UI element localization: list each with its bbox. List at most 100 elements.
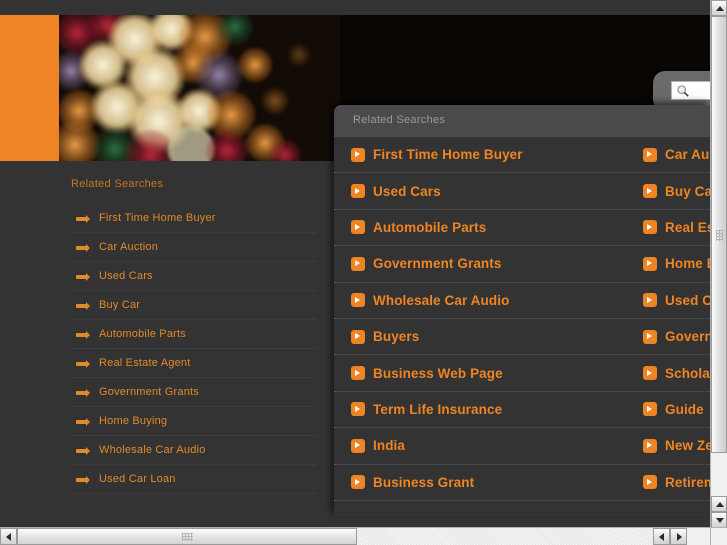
overlay-link[interactable]: Govern — [634, 319, 710, 354]
chevron-right-icon — [351, 366, 365, 381]
scroll-left-button-secondary[interactable] — [653, 528, 670, 545]
list-item[interactable]: Real Estate Agent — [71, 349, 316, 378]
chevron-right-icon — [351, 256, 365, 271]
arrow-bullet-icon — [76, 244, 90, 252]
overlay-link[interactable]: Government Grants — [334, 246, 634, 281]
list-item[interactable]: Car Auction — [71, 233, 316, 262]
list-item[interactable]: Buy Car — [71, 291, 316, 320]
scroll-up-button[interactable] — [711, 0, 727, 16]
overlay-link-label: India — [373, 438, 406, 454]
table-row: Automobile Parts Real Es — [334, 210, 710, 247]
list-item-label: Wholesale Car Audio — [99, 444, 206, 456]
scroll-left-icon — [659, 533, 664, 541]
overlay-link-label: Govern — [665, 329, 710, 345]
arrow-bullet-icon — [76, 215, 90, 223]
search-icon — [677, 85, 689, 97]
chevron-right-icon — [643, 184, 657, 199]
page-top-strip — [0, 0, 710, 15]
list-item[interactable]: Used Car Loan — [71, 465, 316, 494]
horizontal-scroll-thumb[interactable] — [17, 528, 357, 545]
scroll-right-icon — [677, 533, 682, 541]
list-item-label: Automobile Parts — [99, 328, 186, 340]
overlay-link-label: Term Life Insurance — [373, 401, 503, 417]
overlay-link[interactable]: Buy Ca — [634, 173, 710, 208]
scroll-left-button[interactable] — [0, 528, 17, 545]
list-item-label: First Time Home Buyer — [99, 212, 216, 224]
scroll-thumb-grip — [716, 230, 723, 241]
overlay-link[interactable]: Buyers — [334, 319, 634, 354]
sidebar-list: First Time Home Buyer Car Auction Used C… — [71, 204, 316, 494]
list-item[interactable]: Wholesale Car Audio — [71, 436, 316, 465]
overlay-link-label: Business Web Page — [373, 365, 503, 381]
overlay-link[interactable]: Automobile Parts — [334, 210, 634, 245]
arrow-bullet-icon — [76, 331, 90, 339]
overlay-link[interactable]: Retirem — [634, 465, 710, 500]
vertical-scroll-thumb[interactable] — [711, 16, 727, 453]
chevron-right-icon — [643, 220, 657, 235]
overlay-link-label: Government Grants — [373, 256, 502, 272]
overlay-link-label: Buyers — [373, 329, 420, 345]
overlay-link[interactable]: Schola — [634, 355, 710, 390]
list-item-label: Home Buying — [99, 415, 168, 427]
arrow-bullet-icon — [76, 476, 90, 484]
overlay-link-label: Guide — [665, 401, 704, 417]
overlay-link-grid: First Time Home Buyer Car Au Used Cars B — [334, 137, 710, 516]
overlay-title: Related Searches — [353, 114, 446, 126]
scroll-down-button[interactable] — [711, 512, 727, 528]
bokeh-image — [59, 15, 340, 161]
overlay-link[interactable]: Car Au — [634, 137, 710, 172]
scroll-thumb-grip — [182, 533, 193, 541]
scroll-down-icon — [716, 518, 724, 523]
search-input[interactable] — [671, 81, 710, 100]
chevron-right-icon — [351, 147, 365, 162]
arrow-bullet-icon — [76, 447, 90, 455]
overlay-link[interactable]: First Time Home Buyer — [334, 137, 634, 172]
chevron-right-icon — [643, 438, 657, 453]
list-item[interactable]: First Time Home Buyer — [71, 204, 316, 233]
overlay-link-label: Wholesale Car Audio — [373, 292, 510, 308]
list-item[interactable]: Home Buying — [71, 407, 316, 436]
overlay-link[interactable]: Real Es — [634, 210, 710, 245]
arrow-bullet-icon — [76, 302, 90, 310]
overlay-link-label: New Ze — [665, 438, 710, 454]
overlay-link-label: Real Es — [665, 219, 710, 235]
overlay-link[interactable]: Term Life Insurance — [334, 392, 634, 427]
chevron-right-icon — [643, 329, 657, 344]
bokeh-lights-banner — [59, 15, 340, 161]
arrow-bullet-icon — [76, 273, 90, 281]
table-row: Government Grants Home B — [334, 246, 710, 283]
scroll-up-button-secondary[interactable] — [711, 496, 727, 512]
chevron-right-icon — [351, 438, 365, 453]
list-item-label: Used Cars — [99, 270, 153, 282]
table-row: India New Ze — [334, 428, 710, 465]
list-item[interactable]: Used Cars — [71, 262, 316, 291]
chevron-right-icon — [643, 475, 657, 490]
vertical-scrollbar[interactable] — [710, 0, 727, 545]
overlay-link[interactable]: Used C — [634, 283, 710, 318]
overlay-link[interactable]: Wholesale Car Audio — [334, 283, 634, 318]
chevron-right-icon — [643, 147, 657, 162]
overlay-link[interactable]: Business Grant — [334, 465, 634, 500]
horizontal-scroll-track[interactable] — [357, 528, 653, 545]
chevron-right-icon — [643, 256, 657, 271]
overlay-link-label: Schola — [665, 365, 710, 381]
overlay-link[interactable]: New Ze — [634, 428, 710, 463]
web-page-content: Related Searches First Time Home Buyer C… — [0, 0, 710, 527]
scroll-left-icon — [6, 533, 11, 541]
scroll-right-button[interactable] — [670, 528, 687, 545]
overlay-link[interactable]: Home B — [634, 246, 710, 281]
overlay-link[interactable]: Guide — [634, 392, 710, 427]
arrow-bullet-icon — [76, 360, 90, 368]
list-item-label: Used Car Loan — [99, 473, 176, 485]
chevron-right-icon — [351, 184, 365, 199]
list-item[interactable]: Government Grants — [71, 378, 316, 407]
overlay-link[interactable]: Business Web Page — [334, 355, 634, 390]
list-item[interactable]: Automobile Parts — [71, 320, 316, 349]
table-row: First Time Home Buyer Car Au — [334, 137, 710, 174]
overlay-link[interactable]: India — [334, 428, 634, 463]
chevron-right-icon — [351, 402, 365, 417]
horizontal-scrollbar[interactable] — [0, 527, 710, 545]
overlay-link[interactable]: Used Cars — [334, 173, 634, 208]
browser-viewport: Related Searches First Time Home Buyer C… — [0, 0, 727, 545]
related-searches-sidebar: Related Searches First Time Home Buyer C… — [71, 178, 316, 494]
